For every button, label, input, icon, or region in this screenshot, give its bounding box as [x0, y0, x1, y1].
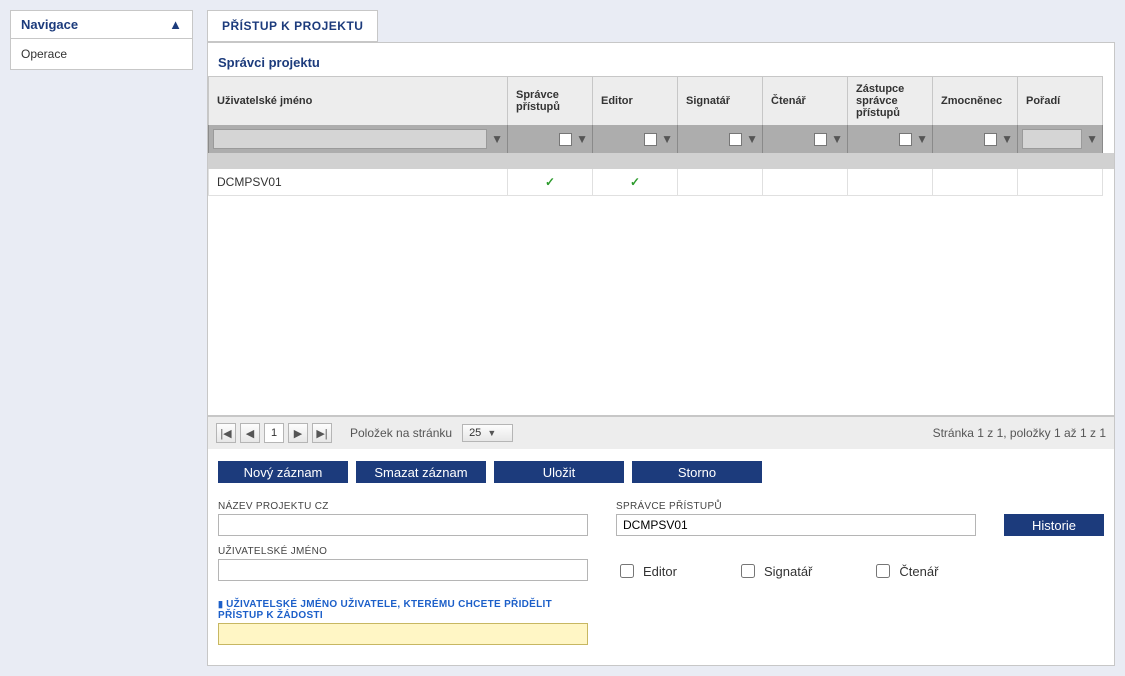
filter-icon[interactable]: ▼: [491, 132, 503, 146]
filter-order-input[interactable]: [1022, 129, 1082, 149]
cell-order: [1018, 169, 1103, 196]
filter-access-admin-checkbox[interactable]: [559, 133, 572, 146]
per-page-label: Položek na stránku: [350, 426, 452, 440]
section-title: Správci projektu: [208, 43, 1114, 76]
cell-reader: [763, 169, 848, 196]
filter-icon[interactable]: ▼: [661, 132, 673, 146]
editor-checkbox-wrap[interactable]: Editor: [616, 561, 677, 581]
cell-editor: ✓: [593, 169, 678, 196]
filter-reader-checkbox[interactable]: [814, 133, 827, 146]
new-record-button[interactable]: Nový záznam: [218, 461, 348, 483]
filter-editor-checkbox[interactable]: [644, 133, 657, 146]
filter-signatory-checkbox[interactable]: [729, 133, 742, 146]
filter-icon[interactable]: ▼: [1001, 132, 1013, 146]
col-header-access-admin[interactable]: Správce přístupů: [508, 76, 593, 125]
signatory-checkbox-label: Signatář: [764, 564, 812, 579]
filter-icon[interactable]: ▼: [1086, 132, 1098, 146]
table-row[interactable]: DCMPSV01 ✓ ✓: [208, 169, 1114, 196]
access-admin-input[interactable]: [616, 514, 976, 536]
grid-filter-row: ▼ ▼ ▼ ▼ ▼ ▼ ▼ ▼: [208, 125, 1114, 153]
editor-checkbox[interactable]: [620, 564, 634, 578]
col-header-reader[interactable]: Čtenář: [763, 76, 848, 125]
sidebar-item-label: Operace: [21, 47, 67, 61]
cancel-button[interactable]: Storno: [632, 461, 762, 483]
editor-checkbox-label: Editor: [643, 564, 677, 579]
cell-access-admin: ✓: [508, 169, 593, 196]
filter-deputy-admin-checkbox[interactable]: [899, 133, 912, 146]
sidebar-title: Navigace: [21, 17, 78, 32]
project-name-cz-input[interactable]: [218, 514, 588, 536]
col-header-order[interactable]: Pořadí: [1018, 76, 1103, 125]
chevron-up-icon: ▲: [169, 17, 182, 32]
username-input[interactable]: [218, 559, 588, 581]
col-header-editor[interactable]: Editor: [593, 76, 678, 125]
filter-username-input[interactable]: [213, 129, 487, 149]
history-button[interactable]: Historie: [1004, 514, 1104, 536]
caret-down-icon: ▼: [487, 428, 496, 438]
cell-username: DCMPSV01: [208, 169, 508, 196]
tab-label: PŘÍSTUP K PROJEKTU: [222, 19, 363, 33]
filter-icon[interactable]: ▼: [916, 132, 928, 146]
signatory-checkbox-wrap[interactable]: Signatář: [737, 561, 812, 581]
pager-next-button[interactable]: ▶: [288, 423, 308, 443]
grid-header-row: Uživatelské jméno Správce přístupů Edito…: [208, 76, 1114, 125]
filter-icon[interactable]: ▼: [831, 132, 843, 146]
col-header-signatory[interactable]: Signatář: [678, 76, 763, 125]
pager-first-button[interactable]: |◀: [216, 423, 236, 443]
label-project-name-cz: NÁZEV PROJEKTU CZ: [218, 501, 588, 512]
check-icon: ✓: [630, 175, 640, 189]
label-access-admin: SPRÁVCE PŘÍSTUPŮ: [616, 501, 976, 512]
pager-info: Stránka 1 z 1, položky 1 až 1 z 1: [933, 426, 1106, 440]
filter-proxy-checkbox[interactable]: [984, 133, 997, 146]
pager-current-page[interactable]: 1: [264, 423, 284, 443]
sidebar-nav-header[interactable]: Navigace ▲: [11, 11, 192, 39]
per-page-value: 25: [469, 427, 481, 439]
cell-deputy-admin: [848, 169, 933, 196]
assign-user-input[interactable]: [218, 623, 588, 645]
check-icon: ✓: [545, 175, 555, 189]
pager-prev-button[interactable]: ◀: [240, 423, 260, 443]
col-header-username[interactable]: Uživatelské jméno: [208, 76, 508, 125]
delete-record-button[interactable]: Smazat záznam: [356, 461, 486, 483]
filter-icon[interactable]: ▼: [576, 132, 588, 146]
reader-checkbox-wrap[interactable]: Čtenář: [872, 561, 938, 581]
cell-proxy: [933, 169, 1018, 196]
signatory-checkbox[interactable]: [741, 564, 755, 578]
tab-project-access[interactable]: PŘÍSTUP K PROJEKTU: [207, 10, 378, 42]
cell-signatory: [678, 169, 763, 196]
per-page-select[interactable]: 25 ▼: [462, 424, 513, 442]
sidebar-item-operace[interactable]: Operace: [11, 39, 192, 69]
grid-fill: [208, 196, 1114, 416]
label-username: UŽIVATELSKÉ JMÉNO: [218, 546, 588, 557]
label-assign-user: UŽIVATELSKÉ JMÉNO UŽIVATELE, KTERÉMU CHC…: [218, 599, 588, 621]
reader-checkbox[interactable]: [876, 564, 890, 578]
pager-last-button[interactable]: ▶|: [312, 423, 332, 443]
col-header-proxy[interactable]: Zmocněnec: [933, 76, 1018, 125]
grid-spacer: [208, 153, 1114, 169]
filter-icon[interactable]: ▼: [746, 132, 758, 146]
col-header-deputy-admin[interactable]: Zástupce správce přístupů: [848, 76, 933, 125]
save-button[interactable]: Uložit: [494, 461, 624, 483]
reader-checkbox-label: Čtenář: [899, 564, 938, 579]
